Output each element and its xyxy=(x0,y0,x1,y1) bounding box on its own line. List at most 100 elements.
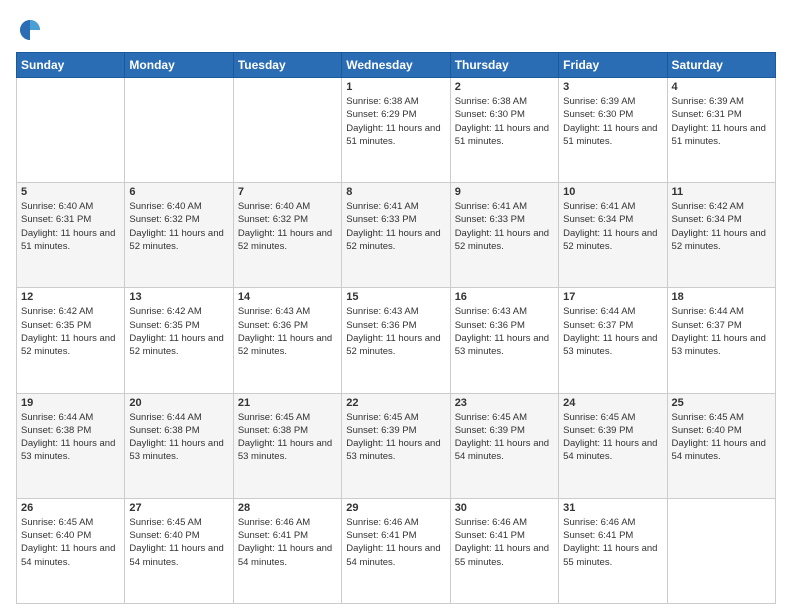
calendar-day-cell: 13 Sunrise: 6:42 AMSunset: 6:35 PMDayligh… xyxy=(125,288,233,393)
day-number: 26 xyxy=(21,502,120,514)
day-number: 27 xyxy=(129,502,228,514)
day-number: 2 xyxy=(455,81,554,93)
day-info: Sunrise: 6:46 AMSunset: 6:41 PMDaylight:… xyxy=(238,516,337,569)
day-number: 15 xyxy=(346,291,445,303)
day-number: 5 xyxy=(21,186,120,198)
header xyxy=(16,16,776,44)
calendar-week-row: 19 Sunrise: 6:44 AMSunset: 6:38 PMDayligh… xyxy=(17,393,776,498)
day-info: Sunrise: 6:44 AMSunset: 6:38 PMDaylight:… xyxy=(21,411,120,464)
calendar-day-cell: 4 Sunrise: 6:39 AMSunset: 6:31 PMDaylight… xyxy=(667,78,775,183)
day-number: 6 xyxy=(129,186,228,198)
day-info: Sunrise: 6:46 AMSunset: 6:41 PMDaylight:… xyxy=(346,516,445,569)
day-info: Sunrise: 6:45 AMSunset: 6:40 PMDaylight:… xyxy=(21,516,120,569)
day-info: Sunrise: 6:42 AMSunset: 6:34 PMDaylight:… xyxy=(672,200,771,253)
day-info: Sunrise: 6:41 AMSunset: 6:33 PMDaylight:… xyxy=(346,200,445,253)
day-info: Sunrise: 6:40 AMSunset: 6:32 PMDaylight:… xyxy=(238,200,337,253)
calendar-day-cell: 29 Sunrise: 6:46 AMSunset: 6:41 PMDayligh… xyxy=(342,498,450,603)
calendar-day-cell: 14 Sunrise: 6:43 AMSunset: 6:36 PMDayligh… xyxy=(233,288,341,393)
day-number: 11 xyxy=(672,186,771,198)
day-info: Sunrise: 6:43 AMSunset: 6:36 PMDaylight:… xyxy=(455,305,554,358)
weekday-header-cell: Saturday xyxy=(667,53,775,78)
calendar-day-cell: 2 Sunrise: 6:38 AMSunset: 6:30 PMDaylight… xyxy=(450,78,558,183)
weekday-header-cell: Thursday xyxy=(450,53,558,78)
calendar-day-cell: 20 Sunrise: 6:44 AMSunset: 6:38 PMDayligh… xyxy=(125,393,233,498)
calendar-day-cell: 30 Sunrise: 6:46 AMSunset: 6:41 PMDayligh… xyxy=(450,498,558,603)
day-info: Sunrise: 6:43 AMSunset: 6:36 PMDaylight:… xyxy=(238,305,337,358)
day-info: Sunrise: 6:43 AMSunset: 6:36 PMDaylight:… xyxy=(346,305,445,358)
calendar-day-cell: 21Sunrise: 6:45 AMSunset: 6:38 PMDayligh… xyxy=(233,393,341,498)
day-info: Sunrise: 6:46 AMSunset: 6:41 PMDaylight:… xyxy=(563,516,662,569)
day-number: 4 xyxy=(672,81,771,93)
day-info: Sunrise: 6:41 AMSunset: 6:34 PMDaylight:… xyxy=(563,200,662,253)
day-number: 14 xyxy=(238,291,337,303)
weekday-header-cell: Friday xyxy=(559,53,667,78)
calendar-day-cell: 1 Sunrise: 6:38 AMSunset: 6:29 PMDaylight… xyxy=(342,78,450,183)
weekday-header-cell: Sunday xyxy=(17,53,125,78)
day-number: 29 xyxy=(346,502,445,514)
calendar-day-cell: 31Sunrise: 6:46 AMSunset: 6:41 PMDayligh… xyxy=(559,498,667,603)
day-number: 1 xyxy=(346,81,445,93)
calendar-week-row: 26 Sunrise: 6:45 AMSunset: 6:40 PMDayligh… xyxy=(17,498,776,603)
calendar-day-cell: 12 Sunrise: 6:42 AMSunset: 6:35 PMDayligh… xyxy=(17,288,125,393)
calendar-day-cell: 22 Sunrise: 6:45 AMSunset: 6:39 PMDayligh… xyxy=(342,393,450,498)
day-number: 22 xyxy=(346,397,445,409)
day-info: Sunrise: 6:38 AMSunset: 6:30 PMDaylight:… xyxy=(455,95,554,148)
day-info: Sunrise: 6:45 AMSunset: 6:39 PMDaylight:… xyxy=(455,411,554,464)
day-number: 23 xyxy=(455,397,554,409)
calendar-day-cell: 3Sunrise: 6:39 AMSunset: 6:30 PMDaylight… xyxy=(559,78,667,183)
day-number: 7 xyxy=(238,186,337,198)
calendar-day-cell: 11 Sunrise: 6:42 AMSunset: 6:34 PMDayligh… xyxy=(667,183,775,288)
calendar-day-cell: 16 Sunrise: 6:43 AMSunset: 6:36 PMDayligh… xyxy=(450,288,558,393)
calendar-day-cell xyxy=(667,498,775,603)
day-number: 20 xyxy=(129,397,228,409)
day-info: Sunrise: 6:45 AMSunset: 6:40 PMDaylight:… xyxy=(129,516,228,569)
day-number: 13 xyxy=(129,291,228,303)
day-number: 10 xyxy=(563,186,662,198)
day-number: 8 xyxy=(346,186,445,198)
day-info: Sunrise: 6:45 AMSunset: 6:38 PMDaylight:… xyxy=(238,411,337,464)
day-info: Sunrise: 6:42 AMSunset: 6:35 PMDaylight:… xyxy=(21,305,120,358)
calendar-day-cell: 25Sunrise: 6:45 AMSunset: 6:40 PMDayligh… xyxy=(667,393,775,498)
day-info: Sunrise: 6:44 AMSunset: 6:38 PMDaylight:… xyxy=(129,411,228,464)
calendar-week-row: 1 Sunrise: 6:38 AMSunset: 6:29 PMDaylight… xyxy=(17,78,776,183)
day-info: Sunrise: 6:46 AMSunset: 6:41 PMDaylight:… xyxy=(455,516,554,569)
calendar-table: SundayMondayTuesdayWednesdayThursdayFrid… xyxy=(16,52,776,604)
calendar-week-row: 12 Sunrise: 6:42 AMSunset: 6:35 PMDayligh… xyxy=(17,288,776,393)
day-info: Sunrise: 6:45 AMSunset: 6:40 PMDaylight:… xyxy=(672,411,771,464)
calendar-day-cell: 26 Sunrise: 6:45 AMSunset: 6:40 PMDayligh… xyxy=(17,498,125,603)
day-number: 30 xyxy=(455,502,554,514)
day-info: Sunrise: 6:42 AMSunset: 6:35 PMDaylight:… xyxy=(129,305,228,358)
calendar-day-cell xyxy=(125,78,233,183)
calendar-day-cell: 18 Sunrise: 6:44 AMSunset: 6:37 PMDayligh… xyxy=(667,288,775,393)
day-info: Sunrise: 6:38 AMSunset: 6:29 PMDaylight:… xyxy=(346,95,445,148)
calendar-day-cell: 9 Sunrise: 6:41 AMSunset: 6:33 PMDaylight… xyxy=(450,183,558,288)
calendar-day-cell: 10 Sunrise: 6:41 AMSunset: 6:34 PMDayligh… xyxy=(559,183,667,288)
day-number: 19 xyxy=(21,397,120,409)
day-info: Sunrise: 6:44 AMSunset: 6:37 PMDaylight:… xyxy=(563,305,662,358)
day-number: 12 xyxy=(21,291,120,303)
calendar-day-cell: 28 Sunrise: 6:46 AMSunset: 6:41 PMDayligh… xyxy=(233,498,341,603)
day-number: 28 xyxy=(238,502,337,514)
day-info: Sunrise: 6:40 AMSunset: 6:32 PMDaylight:… xyxy=(129,200,228,253)
day-number: 18 xyxy=(672,291,771,303)
calendar-day-cell: 17Sunrise: 6:44 AMSunset: 6:37 PMDayligh… xyxy=(559,288,667,393)
page: SundayMondayTuesdayWednesdayThursdayFrid… xyxy=(0,0,792,612)
day-number: 9 xyxy=(455,186,554,198)
calendar-day-cell: 7 Sunrise: 6:40 AMSunset: 6:32 PMDaylight… xyxy=(233,183,341,288)
calendar-body: 1 Sunrise: 6:38 AMSunset: 6:29 PMDaylight… xyxy=(17,78,776,604)
logo-icon xyxy=(16,16,44,44)
calendar-day-cell: 24Sunrise: 6:45 AMSunset: 6:39 PMDayligh… xyxy=(559,393,667,498)
day-info: Sunrise: 6:39 AMSunset: 6:31 PMDaylight:… xyxy=(672,95,771,148)
weekday-header-cell: Monday xyxy=(125,53,233,78)
day-info: Sunrise: 6:44 AMSunset: 6:37 PMDaylight:… xyxy=(672,305,771,358)
calendar-day-cell: 5Sunrise: 6:40 AMSunset: 6:31 PMDaylight… xyxy=(17,183,125,288)
weekday-header-cell: Tuesday xyxy=(233,53,341,78)
calendar-week-row: 5Sunrise: 6:40 AMSunset: 6:31 PMDaylight… xyxy=(17,183,776,288)
day-number: 16 xyxy=(455,291,554,303)
calendar-day-cell xyxy=(233,78,341,183)
day-info: Sunrise: 6:41 AMSunset: 6:33 PMDaylight:… xyxy=(455,200,554,253)
calendar-day-cell: 27 Sunrise: 6:45 AMSunset: 6:40 PMDayligh… xyxy=(125,498,233,603)
calendar-day-cell: 19 Sunrise: 6:44 AMSunset: 6:38 PMDayligh… xyxy=(17,393,125,498)
day-info: Sunrise: 6:45 AMSunset: 6:39 PMDaylight:… xyxy=(346,411,445,464)
logo xyxy=(16,16,46,44)
